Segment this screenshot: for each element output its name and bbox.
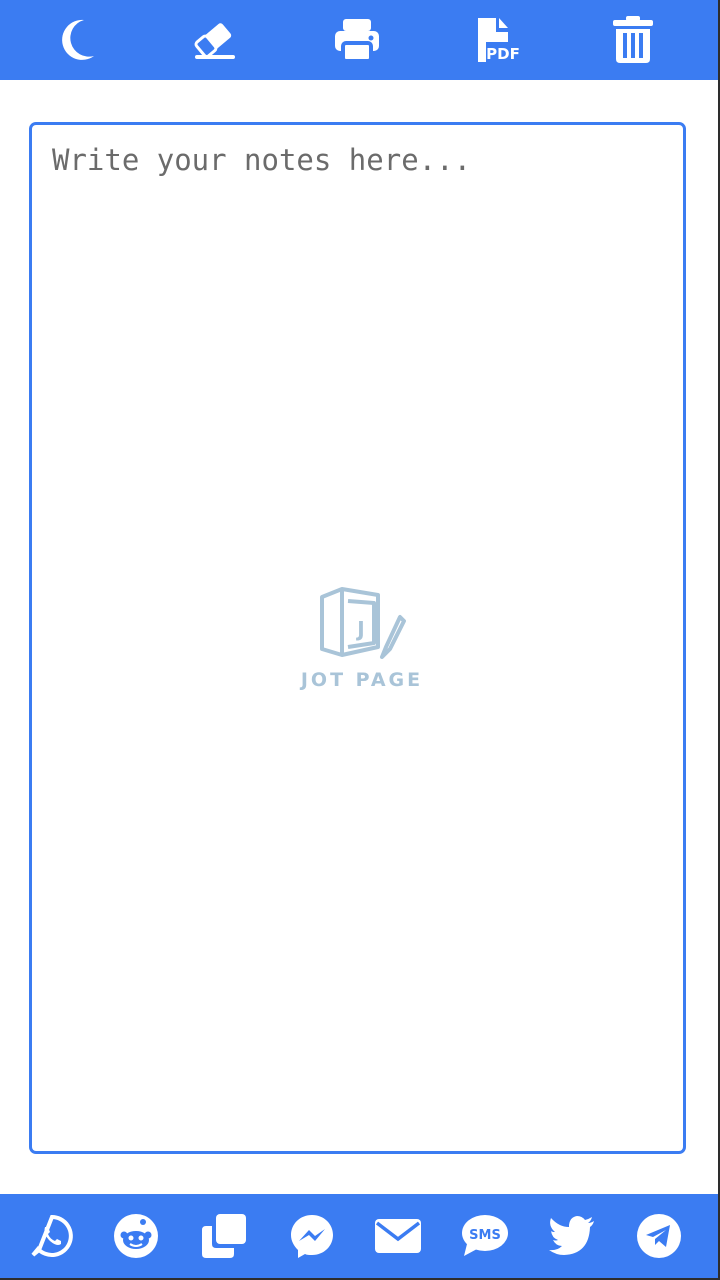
share-twitter-button[interactable]: [537, 1194, 607, 1278]
eraser-icon: [194, 23, 235, 59]
clear-button[interactable]: [170, 0, 260, 80]
sms-icon: SMS: [462, 1215, 508, 1256]
share-email-button[interactable]: [363, 1194, 433, 1278]
share-bar: SMS: [0, 1194, 720, 1280]
share-telegram-button[interactable]: [624, 1194, 694, 1278]
print-icon: [335, 19, 379, 63]
email-icon: [375, 1219, 421, 1253]
top-toolbar: PDF: [0, 0, 720, 80]
pdf-file-icon: PDF: [478, 18, 520, 63]
sms-badge: SMS: [469, 1228, 501, 1243]
reddit-icon: [114, 1214, 158, 1258]
copy-icon: [202, 1214, 246, 1258]
notes-editor-frame: J JOT PAGE: [29, 122, 686, 1154]
print-button[interactable]: [312, 0, 402, 80]
delete-button[interactable]: [588, 0, 678, 80]
share-reddit-button[interactable]: [101, 1194, 171, 1278]
notes-textarea[interactable]: [32, 125, 683, 1151]
trash-icon: [613, 16, 653, 63]
telegram-icon: [637, 1214, 681, 1258]
pdf-badge: PDF: [486, 45, 520, 63]
share-whatsapp-button[interactable]: [17, 1194, 87, 1278]
dark-mode-button[interactable]: [32, 0, 122, 80]
share-messenger-button[interactable]: [277, 1194, 347, 1278]
moon-icon: [62, 19, 94, 60]
whatsapp-icon: [31, 1214, 73, 1257]
copy-button[interactable]: [189, 1194, 259, 1278]
messenger-icon: [291, 1215, 333, 1258]
pdf-button[interactable]: PDF: [452, 0, 542, 80]
twitter-icon: [549, 1216, 594, 1255]
share-sms-button[interactable]: SMS: [450, 1194, 520, 1278]
